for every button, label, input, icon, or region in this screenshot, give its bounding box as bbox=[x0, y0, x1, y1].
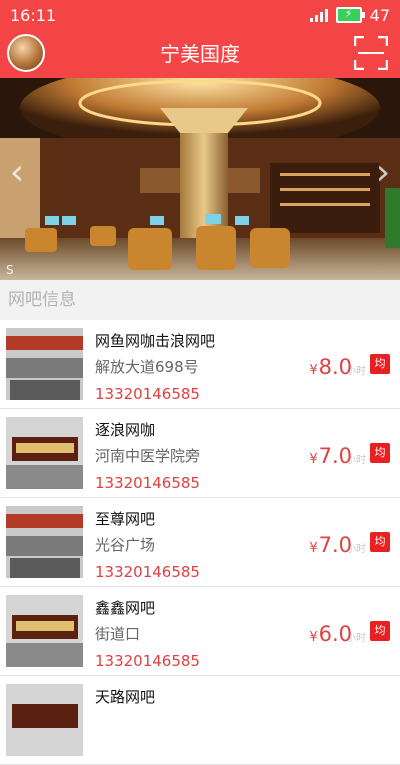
cafe-name: 天路网吧 bbox=[95, 688, 156, 706]
app-bar: 宁美国度 bbox=[0, 30, 400, 78]
scan-icon[interactable] bbox=[354, 36, 388, 70]
currency-symbol: ¥ bbox=[309, 363, 318, 378]
banner-carousel[interactable]: S ‹ › bbox=[0, 78, 400, 280]
cafe-thumbnail bbox=[6, 506, 83, 578]
cafe-phone[interactable]: 13320146585 bbox=[95, 474, 200, 492]
banner-image: S bbox=[0, 78, 400, 280]
currency-symbol: ¥ bbox=[309, 541, 318, 556]
cafe-address: 光谷广场 bbox=[95, 536, 156, 554]
cafe-address: 解放大道698号 bbox=[95, 358, 199, 376]
list-item[interactable]: 逐浪网咖 河南中医学院旁 13320146585 ¥7.0 小时 均 bbox=[0, 409, 400, 498]
cafe-list: 网鱼网咖击浪网吧 解放大道698号 13320146585 ¥8.0 小时 均 … bbox=[0, 320, 400, 765]
cafe-phone[interactable]: 13320146585 bbox=[95, 563, 200, 581]
list-item[interactable]: 网鱼网咖击浪网吧 解放大道698号 13320146585 ¥8.0 小时 均 bbox=[0, 320, 400, 409]
average-badge: 均 bbox=[370, 532, 390, 552]
status-time: 16:11 bbox=[10, 5, 57, 25]
cafe-thumbnail bbox=[6, 328, 83, 400]
currency-symbol: ¥ bbox=[309, 452, 318, 467]
battery-icon: ⚡ bbox=[335, 7, 365, 23]
page-title: 宁美国度 bbox=[160, 42, 240, 66]
signal-icon bbox=[309, 8, 328, 22]
cafe-name: 鑫鑫网吧 bbox=[95, 599, 156, 617]
section-title: 网吧信息 bbox=[0, 280, 400, 320]
cafe-phone[interactable]: 13320146585 bbox=[95, 652, 200, 670]
average-badge: 均 bbox=[370, 621, 390, 641]
cafe-name: 逐浪网咖 bbox=[95, 421, 156, 439]
cafe-thumbnail bbox=[6, 595, 83, 667]
price-unit: 小时 bbox=[346, 366, 366, 377]
cafe-address: 街道口 bbox=[95, 625, 141, 643]
chevron-right-icon[interactable]: › bbox=[368, 153, 398, 193]
average-badge: 均 bbox=[370, 354, 390, 374]
cafe-name: 至尊网吧 bbox=[95, 510, 156, 528]
cafe-thumbnail bbox=[6, 684, 83, 756]
cafe-phone[interactable]: 13320146585 bbox=[95, 385, 200, 403]
svg-text:S: S bbox=[6, 263, 14, 277]
cafe-address: 河南中医学院旁 bbox=[95, 447, 201, 465]
cafe-thumbnail bbox=[6, 417, 83, 489]
chevron-left-icon[interactable]: ‹ bbox=[2, 153, 32, 193]
status-icons: ⚡ 47 bbox=[309, 5, 390, 25]
status-bar: 16:11 ⚡ 47 bbox=[0, 0, 400, 30]
average-badge: 均 bbox=[370, 443, 390, 463]
list-item[interactable]: 天路网吧 bbox=[0, 676, 400, 765]
price-unit: 小时 bbox=[346, 455, 366, 466]
currency-symbol: ¥ bbox=[309, 630, 318, 645]
list-item[interactable]: 鑫鑫网吧 街道口 13320146585 ¥6.0 小时 均 bbox=[0, 587, 400, 676]
list-item[interactable]: 至尊网吧 光谷广场 13320146585 ¥7.0 小时 均 bbox=[0, 498, 400, 587]
price-unit: 小时 bbox=[346, 633, 366, 644]
cafe-name: 网鱼网咖击浪网吧 bbox=[95, 332, 216, 350]
price-unit: 小时 bbox=[346, 544, 366, 555]
battery-level: 47 bbox=[369, 5, 390, 25]
